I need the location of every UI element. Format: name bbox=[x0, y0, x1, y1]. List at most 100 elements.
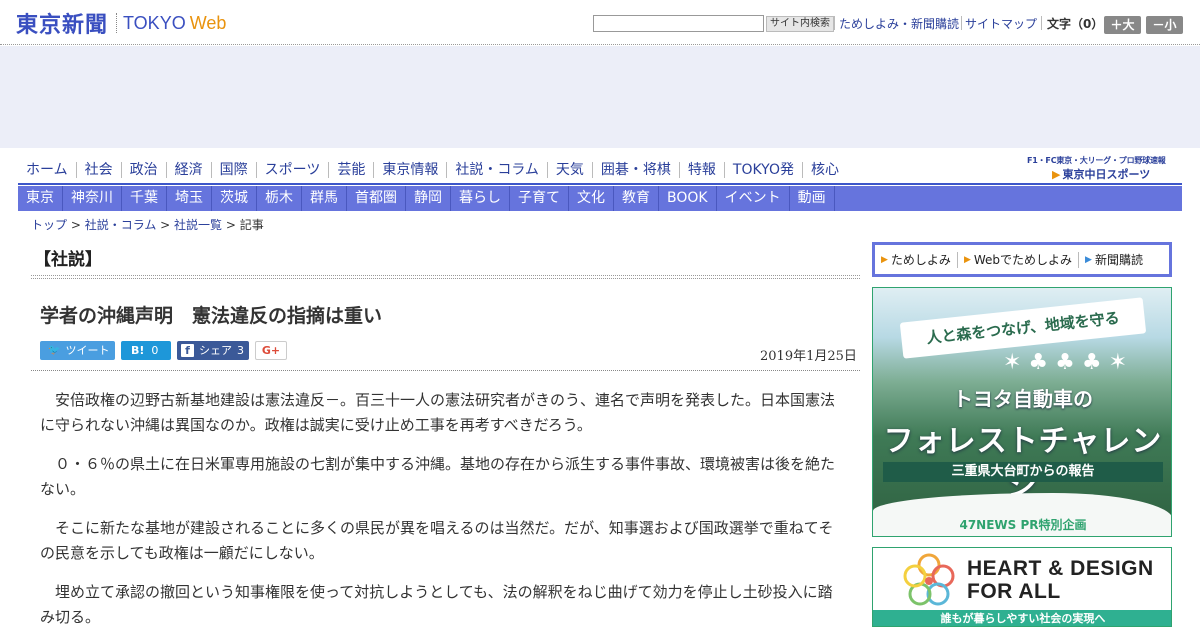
tweet-button[interactable]: 🐦 ツイート bbox=[40, 341, 115, 360]
facebook-share-button[interactable]: f シェア 3 bbox=[177, 341, 249, 360]
header-divider bbox=[834, 16, 835, 30]
web-trial-reading-label: Webでためしよみ bbox=[973, 252, 1073, 267]
arrow-icon: ▶ bbox=[1052, 168, 1061, 181]
article-title: 学者の沖縄声明 憲法違反の指摘は重い bbox=[40, 305, 383, 327]
google-plus-button[interactable]: G+ bbox=[255, 341, 287, 360]
hatena-bookmark-button[interactable]: B! 0 bbox=[121, 341, 171, 360]
nav-politics[interactable]: 政治 bbox=[120, 162, 166, 178]
sitemap-link[interactable]: サイトマップ bbox=[965, 16, 1037, 32]
ad2-headline-line1: HEART & DESIGN bbox=[967, 557, 1154, 580]
flower-logo-icon bbox=[903, 553, 955, 606]
facebook-share-count: 3 bbox=[237, 344, 244, 357]
trial-subscribe-link[interactable]: ためしよみ・新聞購読 bbox=[839, 16, 959, 32]
font-smaller-button[interactable]: －小 bbox=[1146, 16, 1183, 34]
breadcrumb: トップ > 社説・コラム > 社説一覧 > 記事 bbox=[31, 218, 264, 232]
newspaper-subscribe-label: 新聞購読 bbox=[1094, 252, 1143, 267]
font-larger-button[interactable]: ＋大 bbox=[1104, 16, 1141, 34]
article-paragraph: そこに新たな基地が建設されることに多くの県民が異を唱えるのは当然だ。だが、知事選… bbox=[40, 519, 834, 562]
subnav-metropolitan[interactable]: 首都圏 bbox=[347, 186, 406, 211]
ad-headline-line2: フォレストチャレンジ bbox=[883, 424, 1163, 503]
article-divider bbox=[31, 370, 860, 371]
hatena-count: 0 bbox=[151, 344, 159, 357]
nav-go-shogi[interactable]: 囲碁・将棋 bbox=[591, 162, 679, 178]
nav-international[interactable]: 国際 bbox=[210, 162, 256, 178]
nav-tokyo-hatsu[interactable]: TOKYO発 bbox=[723, 162, 802, 178]
subnav-education[interactable]: 教育 bbox=[614, 186, 659, 211]
ad-footer-label: 47NEWS PR特別企画 bbox=[959, 518, 1087, 532]
subnav-living[interactable]: 暮らし bbox=[451, 186, 510, 211]
font-size-label: 文字（0） bbox=[1047, 17, 1104, 31]
article-paragraph: ０・６％の県土に在日米軍専用施設の七割が集中する沖縄。基地の存在から派生する事件… bbox=[40, 455, 836, 498]
subnav-tokyo[interactable]: 東京 bbox=[18, 186, 63, 211]
breadcrumb-editorial-list[interactable]: 社説一覧 bbox=[174, 218, 222, 232]
trial-reading-link[interactable]: ▶ ためしよみ bbox=[881, 252, 957, 268]
nav-editorial-column[interactable]: 社説・コラム bbox=[446, 162, 547, 178]
subnav-shizuoka[interactable]: 静岡 bbox=[406, 186, 451, 211]
breadcrumb-current: 記事 bbox=[239, 218, 264, 232]
trial-reading-label: ためしよみ bbox=[890, 252, 951, 267]
site-logo[interactable]: 東京新聞 TOKYO Web bbox=[16, 9, 227, 38]
logo-tokyo-text: TOKYO bbox=[123, 12, 186, 33]
section-divider bbox=[31, 275, 860, 279]
publish-date: 2019年1月25日 bbox=[760, 349, 857, 364]
top-ad-area bbox=[0, 46, 1200, 148]
ad2-headline-line2: FOR ALL bbox=[967, 580, 1061, 603]
subnav-saitama[interactable]: 埼玉 bbox=[167, 186, 212, 211]
subnav-culture[interactable]: 文化 bbox=[569, 186, 614, 211]
subnav-event[interactable]: イベント bbox=[717, 186, 790, 211]
ad-headline-line1: トヨタ自動車の bbox=[953, 387, 1093, 411]
toyota-forest-ad[interactable]: 人と森をつなげ、地域を守る ✶ ♣ ♣ ♣ ✶ トヨタ自動車の フォレストチャレ… bbox=[872, 287, 1172, 537]
ad-subtitle: 三重県大台町からの報告 bbox=[883, 462, 1163, 482]
article-paragraph: 埋め立て承認の撤回という知事権限を使って対抗しようとしても、法の解釈をねじ曲げて… bbox=[40, 583, 833, 626]
facebook-f-icon: f bbox=[181, 344, 194, 357]
subscription-links-box: ▶ ためしよみ ▶ Webでためしよみ ▶ 新聞購読 bbox=[872, 242, 1172, 277]
nav-society[interactable]: 社会 bbox=[75, 162, 121, 178]
nav-tokyo-info[interactable]: 東京情報 bbox=[373, 162, 446, 178]
subnav-video[interactable]: 動画 bbox=[790, 186, 835, 211]
newspaper-subscribe-link[interactable]: ▶ 新聞購読 bbox=[1078, 251, 1149, 268]
ad2-tagline: 誰もが暮らしやすい社会の実現へ bbox=[873, 610, 1171, 626]
logo-divider bbox=[116, 13, 118, 33]
section-label: 【社説】 bbox=[34, 250, 102, 270]
subnav-book[interactable]: BOOK bbox=[659, 186, 717, 211]
twitter-bird-icon: 🐦 bbox=[48, 345, 61, 356]
chunichi-sports-link[interactable]: ▶ 東京中日スポーツ bbox=[1052, 166, 1150, 182]
nav-sports[interactable]: スポーツ bbox=[255, 162, 329, 178]
site-search-button[interactable]: サイト内検索 bbox=[766, 16, 834, 32]
main-navigation: ホーム 社会 政治 経済 国際 スポーツ 芸能 東京情報 社説・コラム 天気 囲… bbox=[18, 158, 839, 182]
site-header: 東京新聞 TOKYO Web サイト内検索 ためしよみ・新聞購読 サイトマップ … bbox=[0, 0, 1200, 45]
nav-economy[interactable]: 経済 bbox=[165, 162, 211, 178]
tweet-label: ツイート bbox=[65, 344, 110, 357]
facebook-share-label: シェア bbox=[199, 344, 232, 357]
chunichi-sports-label: 東京中日スポーツ bbox=[1062, 168, 1151, 181]
header-divider bbox=[1041, 16, 1042, 30]
hatena-b-icon: B! bbox=[131, 344, 145, 357]
header-divider bbox=[961, 16, 962, 30]
subnav-chiba[interactable]: 千葉 bbox=[122, 186, 167, 211]
article-paragraph: 安倍政権の辺野古新基地建設は憲法違反－。百三十一人の憲法研究者がきのう、連名で声… bbox=[40, 391, 836, 434]
nav-weather[interactable]: 天気 bbox=[546, 162, 592, 178]
subnav-kanagawa[interactable]: 神奈川 bbox=[63, 186, 122, 211]
nav-entertainment[interactable]: 芸能 bbox=[328, 162, 373, 178]
triangle-icon: ▶ bbox=[1085, 254, 1092, 265]
subnav-tochigi[interactable]: 栃木 bbox=[257, 186, 302, 211]
nav-home[interactable]: ホーム bbox=[18, 162, 76, 178]
web-trial-reading-link[interactable]: ▶ Webでためしよみ bbox=[956, 251, 1078, 268]
subnav-parenting[interactable]: 子育て bbox=[510, 186, 569, 211]
regional-navigation: 東京 神奈川 千葉 埼玉 茨城 栃木 群馬 首都圏 静岡 暮らし 子育て 文化 … bbox=[18, 186, 1182, 211]
site-search-input[interactable] bbox=[593, 15, 764, 32]
triangle-icon: ▶ bbox=[963, 254, 971, 265]
breadcrumb-editorial-column[interactable]: 社説・コラム bbox=[85, 218, 157, 232]
nav-divider-line bbox=[18, 183, 1182, 185]
logo-tokyo-shimbun: 東京新聞 bbox=[16, 12, 109, 38]
logo-web-text: Web bbox=[189, 12, 227, 33]
triangle-icon: ▶ bbox=[881, 254, 888, 265]
nav-core[interactable]: 核心 bbox=[801, 162, 847, 178]
tree-icon: ✶ ♣ ♣ ♣ ✶ bbox=[1003, 350, 1128, 375]
chunichi-sports-subtitle: F1・FC東京・大リーグ・プロ野球速報 bbox=[1027, 156, 1166, 165]
nav-special-report[interactable]: 特報 bbox=[678, 162, 724, 178]
subnav-ibaraki[interactable]: 茨城 bbox=[212, 186, 257, 211]
heart-design-ad[interactable]: HEART & DESIGN FOR ALL 誰もが暮らしやすい社会の実現へ bbox=[872, 547, 1172, 627]
subnav-gunma[interactable]: 群馬 bbox=[302, 186, 347, 211]
breadcrumb-top[interactable]: トップ bbox=[31, 218, 67, 232]
